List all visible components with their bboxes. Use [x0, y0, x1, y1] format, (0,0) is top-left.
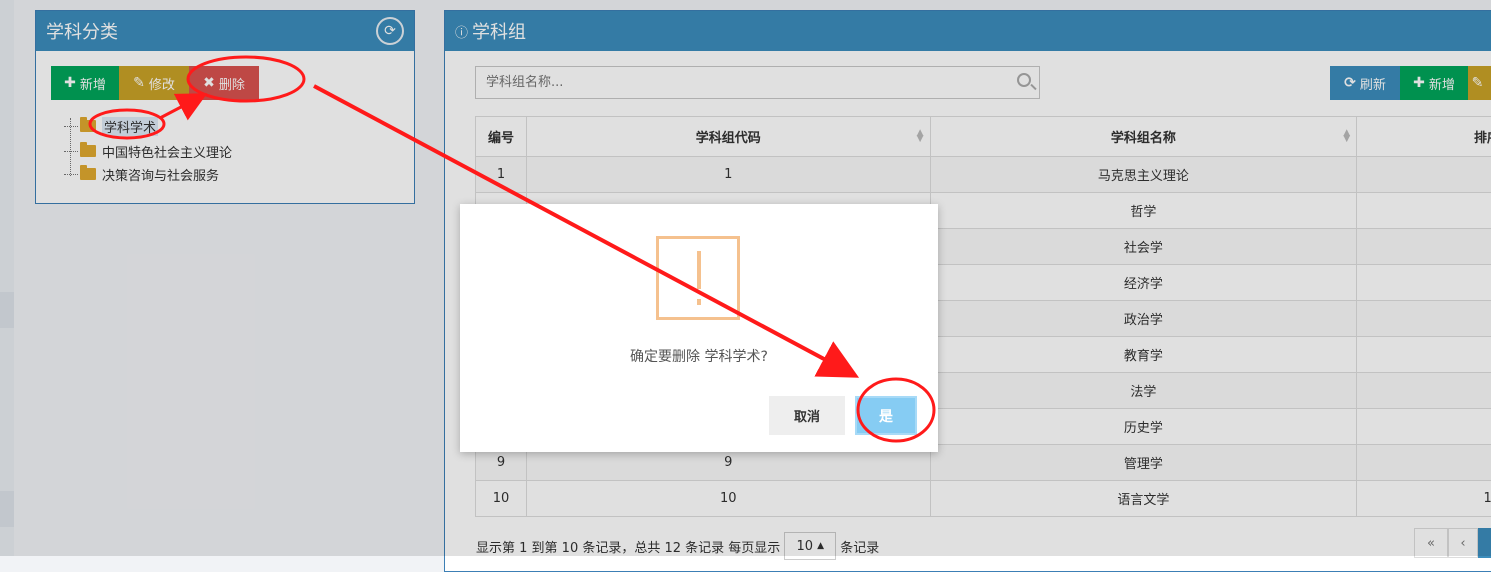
confirm-dialog: 确定要删除 学科学术? 取消 是: [460, 204, 938, 452]
dialog-message: 确定要删除 学科学术?: [460, 346, 938, 366]
cancel-button[interactable]: 取消: [769, 396, 845, 435]
warning-icon: [656, 236, 740, 320]
confirm-button[interactable]: 是: [855, 396, 917, 435]
